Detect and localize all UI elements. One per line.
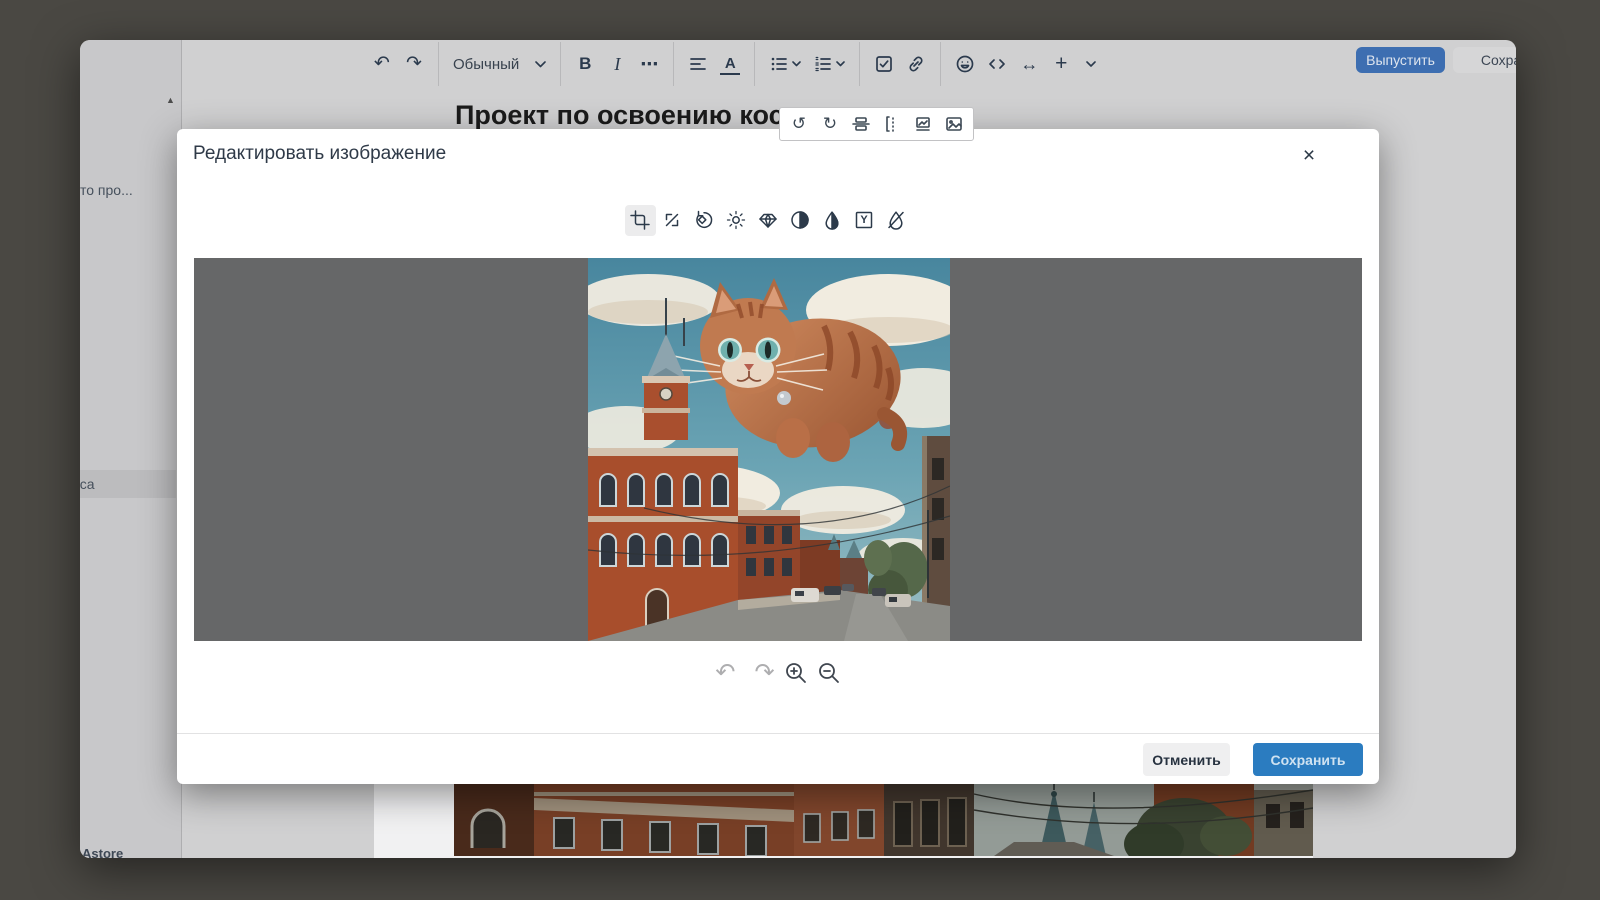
toolbar-divider <box>859 42 860 86</box>
bullet-list-button[interactable] <box>769 51 801 77</box>
cancel-button[interactable]: Отменить <box>1143 743 1230 776</box>
stretch-icon[interactable] <box>851 114 871 134</box>
cat-over-city-photo <box>588 258 950 641</box>
brand-label: Astore <box>82 846 123 858</box>
chevron-down-icon <box>792 61 801 67</box>
toolbar-divider <box>940 42 941 86</box>
image-frame-icon[interactable] <box>913 114 933 134</box>
save-button[interactable]: Сохранить <box>1253 743 1363 776</box>
article-title[interactable]: Проект по освоению кос <box>455 100 784 131</box>
insert-block-button[interactable]: + <box>1051 51 1071 77</box>
emoji-button[interactable] <box>955 51 975 77</box>
undo-icon[interactable]: ↶ <box>715 661 735 685</box>
code-button[interactable] <box>987 51 1007 77</box>
scroll-up-icon[interactable]: ▲ <box>166 96 175 105</box>
sidebar-item-selected[interactable]: оса <box>80 470 176 498</box>
undo-icon[interactable]: ↺ <box>789 114 809 134</box>
paragraph-style-value: Обычный <box>453 56 519 73</box>
more-formats-button[interactable]: ⋯ <box>639 51 659 77</box>
gamma-glyph: Y <box>860 214 867 226</box>
editor-toolbar: ↶ ↷ Обычный B I ⋯ A ↔ + <box>372 40 1096 88</box>
save-draft-button[interactable]: Сохранит <box>1453 47 1516 73</box>
brightness-tool[interactable] <box>721 205 752 236</box>
modal-footer: Отменить Сохранить <box>177 733 1379 785</box>
close-icon[interactable]: × <box>1295 142 1323 170</box>
redo-icon[interactable]: ↷ <box>755 661 775 685</box>
rotate-tool[interactable] <box>689 205 720 236</box>
replace-image-icon[interactable] <box>944 114 964 134</box>
redo-icon[interactable]: ↻ <box>820 114 840 134</box>
street-buildings-image <box>454 784 1313 856</box>
image-block-toolbar: ↺ ↻ <box>779 107 974 141</box>
edit-canvas[interactable] <box>194 258 1362 641</box>
sidebar-item-truncated[interactable]: то про... <box>80 182 133 198</box>
zoom-in-icon[interactable] <box>784 661 808 685</box>
text-color-button[interactable]: A <box>720 53 740 75</box>
bold-button[interactable]: B <box>575 51 595 77</box>
toolbar-divider <box>560 42 561 86</box>
resize-tool[interactable] <box>657 205 688 236</box>
columns-icon[interactable] <box>882 114 902 134</box>
crop-tool[interactable] <box>625 205 656 236</box>
image-edit-tools: Y <box>167 199 1369 241</box>
zoom-out-icon[interactable] <box>817 661 841 685</box>
article-image-partial[interactable] <box>454 784 1313 856</box>
toolbar-divider <box>438 42 439 86</box>
sidebar-item-label: оса <box>80 476 95 492</box>
paragraph-style-dropdown[interactable]: Обычный <box>453 51 546 77</box>
toolbar-divider <box>673 42 674 86</box>
saturation-tool[interactable] <box>817 205 848 236</box>
contrast-tool[interactable] <box>785 205 816 236</box>
align-icon[interactable] <box>688 51 708 77</box>
blur-off-tool[interactable] <box>881 205 912 236</box>
canvas-history-controls: ↶ ↷ <box>177 653 1379 693</box>
redo-icon[interactable]: ↷ <box>404 51 424 77</box>
checklist-button[interactable] <box>874 51 894 77</box>
modal-title: Редактировать изображение <box>193 143 446 165</box>
chevron-down-icon <box>535 61 546 68</box>
italic-button[interactable]: I <box>607 51 627 77</box>
sharpness-tool[interactable] <box>753 205 784 236</box>
undo-icon[interactable]: ↶ <box>372 51 392 77</box>
link-button[interactable] <box>906 51 926 77</box>
toolbar-divider <box>754 42 755 86</box>
sidebar: ▲ то про... оса Astore <box>80 40 182 858</box>
chevron-down-icon <box>836 61 845 67</box>
publish-button[interactable]: Выпустить <box>1356 47 1445 73</box>
edit-image-modal: Редактировать изображение × Y <box>177 129 1379 784</box>
gamma-tool[interactable]: Y <box>849 205 880 236</box>
chevron-down-icon <box>1086 61 1096 68</box>
full-width-button[interactable]: ↔ <box>1019 51 1039 77</box>
numbered-list-button[interactable] <box>813 51 845 77</box>
